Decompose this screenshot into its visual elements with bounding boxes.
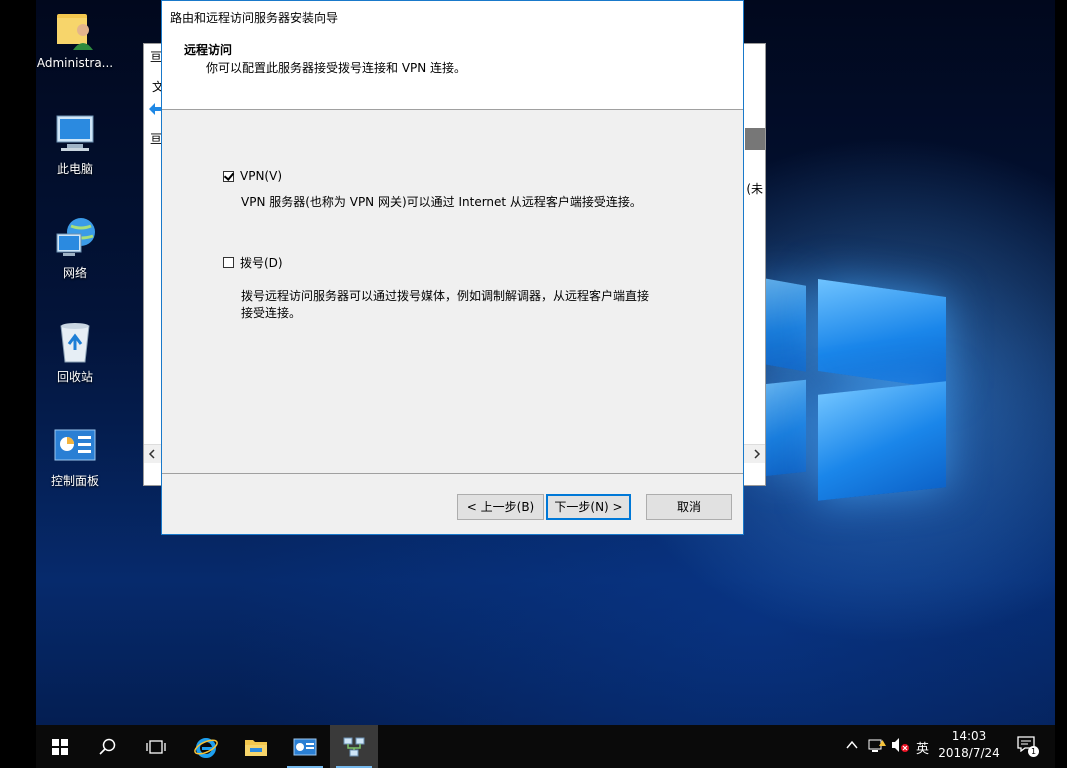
back-arrow-icon[interactable] [148, 102, 162, 116]
desktop-icon-label: 此电脑 [56, 162, 93, 176]
dialog-titlebar[interactable]: 路由和远程访问服务器安装向导 [162, 1, 743, 31]
user-folder-icon [53, 8, 97, 52]
wizard-header: 远程访问 你可以配置此服务器接受拨号连接和 VPN 连接。 [162, 31, 743, 110]
setup-wizard-dialog: 路由和远程访问服务器安装向导 远程访问 你可以配置此服务器接受拨号连接和 VPN… [161, 0, 744, 535]
file-explorer-icon [245, 739, 267, 756]
windows-start-icon [52, 738, 68, 755]
dialup-checkbox[interactable] [223, 257, 234, 268]
control-panel-icon [53, 424, 97, 468]
dialup-checkbox-label[interactable]: 拨号(D) [240, 254, 283, 271]
computer-icon [53, 112, 97, 156]
dialup-checkbox-row[interactable]: 拨号(D) [223, 254, 283, 271]
dialup-description-line: 接受连接。 [241, 306, 302, 320]
task-view-button[interactable] [132, 725, 180, 768]
volume-muted-icon[interactable] [891, 737, 909, 753]
cancel-button[interactable]: 取消 [646, 494, 732, 520]
desktop-icon-this-pc[interactable]: 此电脑 [36, 112, 114, 177]
window-scroll-strip [745, 128, 765, 150]
taskbar-internet-explorer[interactable] [182, 725, 230, 768]
server-manager-icon [293, 738, 317, 755]
desktop-icon-label: 控制面板 [50, 474, 99, 488]
desktop-icon-label: 回收站 [56, 370, 93, 384]
footer-divider [162, 473, 743, 474]
desktop-icon-recycle-bin[interactable]: 回收站 [36, 320, 114, 385]
screen-edge-right [1055, 0, 1067, 768]
windows-wallpaper-logo [764, 270, 994, 510]
desktop-icon-network[interactable]: 网络 [36, 216, 114, 281]
clock-date: 2018/7/24 [938, 746, 1000, 760]
internet-explorer-icon [194, 737, 218, 758]
scroll-right-icon[interactable] [753, 449, 761, 459]
scroll-left-icon[interactable] [148, 449, 156, 459]
clock[interactable]: 14:03 2018/7/24 [934, 729, 1004, 760]
search-button[interactable] [84, 725, 132, 768]
clock-time: 14:03 [951, 729, 987, 743]
desktop-icon-label: Administra... [36, 56, 114, 70]
taskbar-routing-remote-access[interactable] [330, 725, 378, 768]
taskbar-server-manager[interactable] [281, 725, 329, 768]
vpn-checkbox-label[interactable]: VPN(V) [240, 169, 282, 183]
next-button[interactable]: 下一步(N) > [546, 494, 631, 520]
desktop-icon-label: 网络 [62, 266, 87, 280]
search-icon [99, 738, 116, 755]
network-icon [53, 216, 97, 260]
taskbar: 英 14:03 2018/7/24 1 [36, 725, 1055, 768]
input-method-indicator[interactable]: 英 [916, 738, 929, 757]
network-warning-icon[interactable] [868, 737, 886, 753]
vpn-checkbox[interactable] [223, 170, 234, 182]
notification-badge: 1 [1028, 746, 1039, 757]
task-view-icon [146, 739, 166, 754]
taskbar-file-explorer[interactable] [232, 725, 280, 768]
page-title: 远程访问 [184, 43, 233, 57]
page-subtitle: 你可以配置此服务器接受拨号连接和 VPN 连接。 [206, 61, 467, 75]
action-center-button[interactable]: 1 [1017, 736, 1039, 757]
chevron-up-icon[interactable] [846, 739, 858, 751]
routing-remote-access-icon [343, 737, 365, 756]
vpn-checkbox-row[interactable]: VPN(V) [223, 169, 282, 183]
back-button[interactable]: < 上一步(B) [457, 494, 544, 520]
dialup-description: 拨号远程访问服务器可以通过拨号媒体，例如调制解调器，从远程客户端直接 接受连接。 [241, 288, 681, 322]
screen-edge-left [0, 0, 36, 768]
desktop-icon-control-panel[interactable]: 控制面板 [36, 424, 114, 489]
desktop-icon-administrator[interactable]: Administra... [36, 8, 114, 70]
recycle-bin-icon [53, 320, 97, 364]
start-button[interactable] [36, 725, 84, 768]
vpn-description: VPN 服务器(也称为 VPN 网关)可以通过 Internet 从远程客户端接… [241, 195, 642, 209]
dialup-description-line: 拨号远程访问服务器可以通过拨号媒体，例如调制解调器，从远程客户端直接 [241, 289, 650, 303]
dialog-title: 路由和远程访问服务器安装向导 [170, 11, 339, 25]
